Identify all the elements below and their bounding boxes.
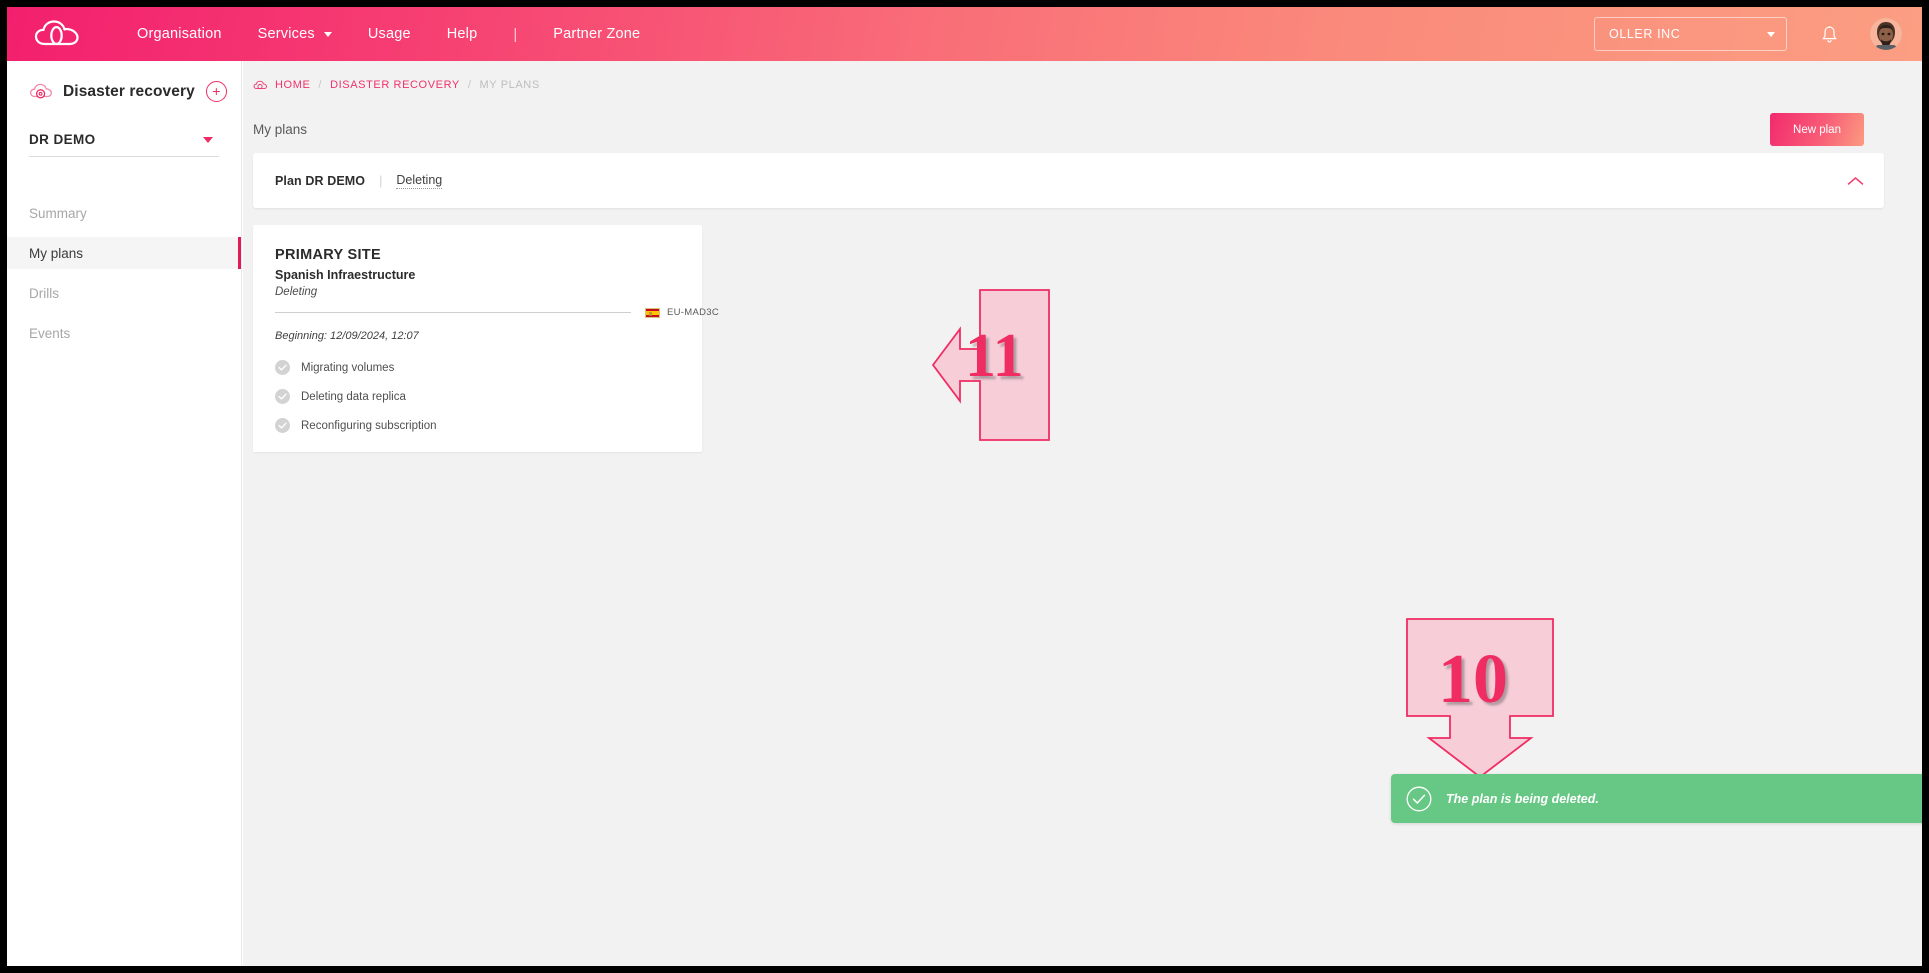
page-header: My plans New plan: [243, 91, 1922, 146]
site-step-label: Deleting data replica: [301, 390, 406, 403]
project-selector[interactable]: DR DEMO: [29, 132, 219, 157]
plan-title-divider: |: [379, 173, 383, 188]
success-check-circle-icon: [1406, 786, 1432, 812]
primary-site-card: PRIMARY SITE Spanish Infraestructure Del…: [253, 225, 719, 452]
site-beginning-timestamp: Beginning: 12/09/2024, 12:07: [275, 330, 419, 342]
sidebar-item-label: Drills: [29, 285, 59, 301]
plan-name: Plan DR DEMO: [275, 173, 366, 188]
main-content: HOME / DISASTER RECOVERY / MY PLANS My p…: [243, 61, 1922, 966]
site-region: EU-MAD3C: [645, 307, 719, 318]
chevron-down-icon: [203, 136, 213, 143]
organisation-selector[interactable]: OLLER INC: [1594, 17, 1787, 51]
site-name: Spanish Infraestructure: [275, 268, 416, 282]
site-step: Reconfiguring subscription: [275, 418, 682, 433]
annotation-callout-10: 10: [1406, 618, 1554, 778]
sidebar-item-events[interactable]: Events: [7, 317, 241, 349]
notification-bell-icon[interactable]: [1821, 25, 1838, 44]
cloud-logo-icon[interactable]: [33, 17, 81, 51]
check-circle-icon: [275, 360, 290, 375]
toast-message: The plan is being deleted.: [1446, 791, 1599, 806]
project-selector-value: DR DEMO: [29, 132, 96, 147]
plan-status[interactable]: Deleting: [396, 173, 443, 189]
page-title: My plans: [253, 122, 308, 137]
sidebar-item-my-plans[interactable]: My plans: [7, 237, 241, 269]
site-step: Migrating volumes: [275, 360, 682, 375]
sidebar: Disaster recovery + DR DEMO Summary My p…: [7, 61, 242, 966]
annotation-number: 10: [1438, 641, 1508, 718]
site-region-label: EU-MAD3C: [667, 307, 720, 318]
chevron-down-icon: [1767, 31, 1775, 37]
breadcrumb-item-disaster-recovery[interactable]: DISASTER RECOVERY: [330, 79, 460, 91]
site-state: Deleting: [275, 286, 318, 298]
sidebar-item-drills[interactable]: Drills: [7, 277, 241, 309]
sidebar-item-label: Events: [29, 325, 71, 341]
new-plan-button[interactable]: New plan: [1770, 113, 1864, 146]
chevron-down-icon: [323, 31, 332, 37]
top-navigation-bar: Organisation Services Usage Help | Partn…: [7, 7, 1922, 61]
organisation-selector-value: OLLER INC: [1609, 27, 1681, 41]
site-step: Deleting data replica: [275, 389, 682, 404]
site-step-label: Migrating volumes: [301, 361, 395, 374]
nav-item-usage[interactable]: Usage: [368, 20, 411, 48]
nav-item-services-label: Services: [257, 26, 315, 42]
nav-item-services[interactable]: Services: [258, 20, 332, 48]
sidebar-header: Disaster recovery +: [7, 61, 241, 102]
sidebar-section-title: Disaster recovery: [63, 82, 195, 100]
add-plan-button[interactable]: +: [205, 81, 227, 102]
site-kind-label: PRIMARY SITE: [275, 247, 381, 263]
nav-item-organisation[interactable]: Organisation: [137, 20, 222, 48]
plan-panel-title-group: Plan DR DEMO | Deleting: [275, 173, 443, 189]
site-divider-row: EU-MAD3C: [275, 307, 719, 318]
check-circle-icon: [275, 389, 290, 404]
nav-separator: |: [513, 25, 518, 43]
cloud-icon: [253, 80, 267, 91]
nav-item-partner-zone[interactable]: Partner Zone: [553, 20, 640, 48]
nav-item-help[interactable]: Help: [447, 20, 478, 48]
site-steps-list: Migrating volumes Deleting data replica: [275, 360, 682, 433]
annotation-number: 11: [965, 322, 1024, 390]
breadcrumb-item-my-plans: MY PLANS: [479, 79, 540, 91]
breadcrumb-item-home[interactable]: HOME: [275, 79, 310, 91]
plan-panel-header[interactable]: Plan DR DEMO | Deleting: [253, 153, 1884, 208]
top-bar-right-cluster: OLLER INC: [1594, 7, 1902, 61]
breadcrumb-separator: /: [318, 79, 323, 91]
breadcrumb-separator: /: [467, 79, 472, 91]
user-avatar[interactable]: [1870, 18, 1902, 50]
sidebar-item-label: My plans: [29, 245, 84, 261]
sidebar-item-label: Summary: [29, 205, 87, 221]
success-toast: The plan is being deleted.: [1391, 774, 1922, 823]
chevron-up-icon[interactable]: [1847, 176, 1864, 186]
main-nav: Organisation Services Usage Help | Partn…: [137, 20, 676, 48]
breadcrumb: HOME / DISASTER RECOVERY / MY PLANS: [243, 61, 1922, 91]
check-circle-icon: [275, 418, 290, 433]
divider: [275, 312, 631, 313]
sidebar-item-summary[interactable]: Summary: [7, 197, 241, 229]
flag-spain-icon: [645, 307, 660, 318]
site-step-label: Reconfiguring subscription: [301, 419, 437, 432]
sidebar-menu: Summary My plans Drills Events: [7, 197, 241, 349]
annotation-callout-11: 11: [932, 289, 1050, 441]
disaster-recovery-cloud-icon: [29, 82, 53, 102]
application-window: Organisation Services Usage Help | Partn…: [7, 7, 1922, 966]
